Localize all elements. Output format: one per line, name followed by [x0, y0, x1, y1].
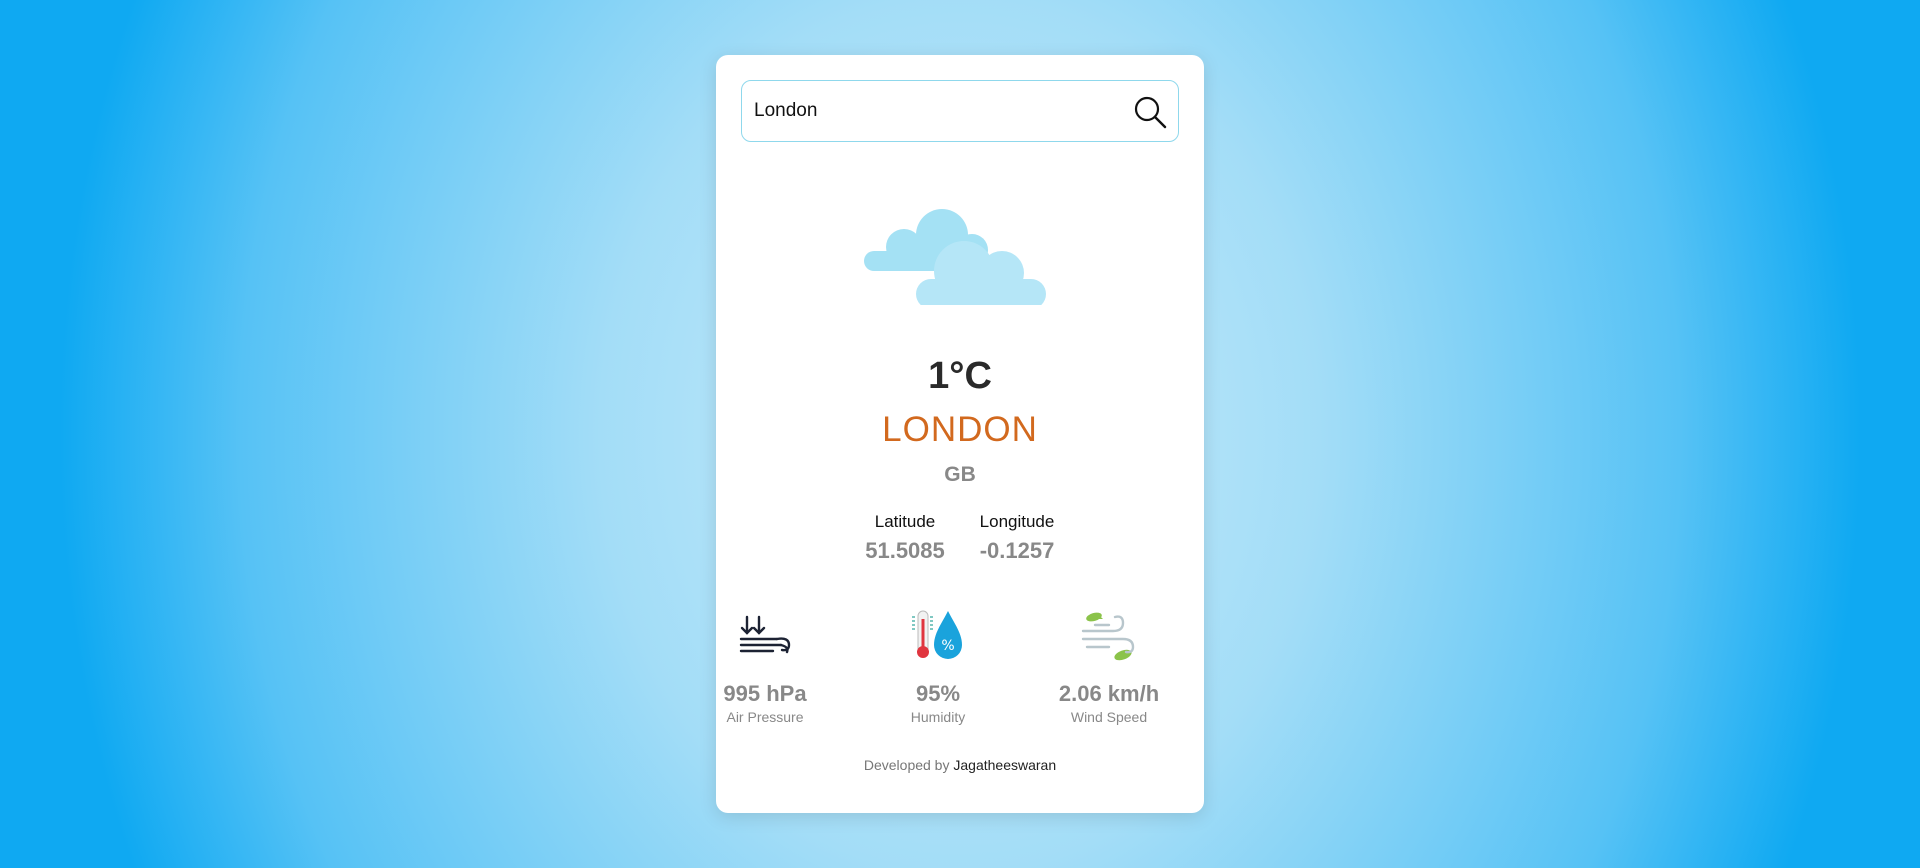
developer-link[interactable]: Jagatheeswaran [953, 757, 1056, 773]
air-pressure-value: 995 hPa [723, 681, 807, 706]
search-bar [741, 80, 1179, 142]
latitude-value: 51.5085 [865, 538, 945, 563]
air-pressure-label: Air Pressure [726, 709, 804, 725]
humidity-label: Humidity [910, 709, 966, 725]
latitude-block: Latitude 51.5085 [855, 512, 955, 564]
footer-credit: Developed by Jagatheeswaran [716, 757, 1204, 773]
country-code: GB [944, 463, 976, 486]
air-pressure-icon [739, 615, 791, 654]
temperature: 1°C [928, 355, 992, 397]
footer-prefix: Developed by [863, 757, 950, 773]
humidity-icon: % [912, 610, 962, 659]
longitude-label: Longitude [979, 512, 1055, 531]
humidity-stat: % 95% Humidity [883, 605, 993, 725]
wind-icon [1081, 612, 1135, 661]
humidity-value: 95% [915, 681, 961, 706]
weather-card: 1°C LONDON GB Latitude 51.5085 Longitude… [716, 55, 1204, 813]
search-icon[interactable] [1132, 94, 1168, 130]
wind-speed-stat: 2.06 km/h Wind Speed [1054, 605, 1164, 725]
city-name: LONDON [882, 410, 1038, 449]
clouds-icon [864, 205, 1054, 309]
wind-speed-value: 2.06 km/h [1058, 681, 1160, 706]
search-input[interactable] [754, 81, 1124, 140]
air-pressure-stat: 995 hPa Air Pressure [710, 605, 820, 725]
latitude-label: Latitude [874, 512, 936, 531]
svg-text:%: % [941, 638, 954, 654]
wind-speed-label: Wind Speed [1070, 709, 1148, 725]
longitude-value: -0.1257 [979, 538, 1055, 563]
longitude-block: Longitude -0.1257 [967, 512, 1067, 564]
